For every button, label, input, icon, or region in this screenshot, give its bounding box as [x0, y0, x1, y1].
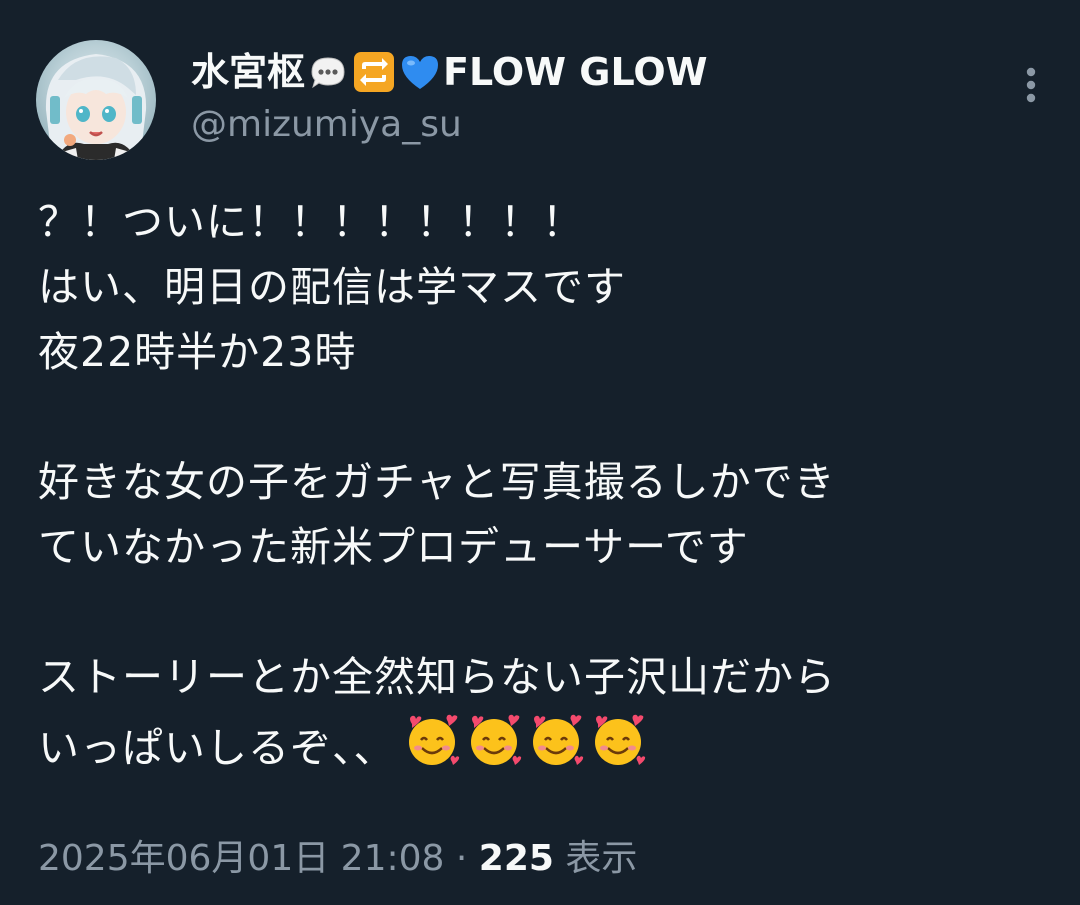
view-label: 表示 — [565, 838, 638, 879]
tweet-line: ストーリーとか全然知らない子沢山だから — [38, 653, 836, 701]
tweet-line: 夜22時半か23時 — [38, 328, 357, 376]
view-count[interactable]: 225 — [479, 838, 554, 879]
author-handle[interactable]: @mizumiya_su — [191, 100, 708, 150]
tweet-text: ？！ついに！！！！！！！！ はい、明日の配信は学マスです 夜22時半か23時 好… — [38, 190, 1048, 775]
blue-heart-emoji-icon — [398, 50, 442, 94]
tweet-line: ？！ついに！！！！！！！！ — [38, 198, 584, 246]
tweet-header: 水宮枢 FLOW GLOW @mizumiya_su — [36, 40, 1046, 160]
more-vertical-icon — [1026, 67, 1036, 103]
display-name-suffix: FLOW GLOW — [443, 50, 708, 94]
avatar-illustration — [45, 54, 147, 160]
tweet-line-text: いっぱいしるぞ、、 — [38, 724, 396, 772]
tweet[interactable]: 水宮枢 FLOW GLOW @mizumiya_su ？！ついに！！！！！！！！… — [0, 0, 1080, 905]
more-options-button[interactable] — [1016, 66, 1046, 106]
display-name[interactable]: 水宮枢 FLOW GLOW — [191, 46, 708, 98]
emoji-row — [402, 710, 648, 770]
smiling-face-with-hearts-icon — [532, 714, 583, 765]
smiling-face-with-hearts-icon — [408, 714, 459, 765]
avatar[interactable] — [36, 40, 156, 160]
tweet-last-line: いっぱいしるぞ、、 — [38, 710, 1048, 775]
tweet-line: はい、明日の配信は学マスです — [38, 263, 626, 311]
author-names: 水宮枢 FLOW GLOW @mizumiya_su — [191, 46, 708, 150]
meta-separator: · — [455, 838, 468, 879]
smiling-face-with-hearts-icon — [594, 714, 645, 765]
tweet-timestamp[interactable]: 2025年06月01日 21:08 — [38, 838, 444, 879]
tweet-meta: 2025年06月01日 21:08 · 225 表示 — [38, 834, 637, 884]
speech-balloon-emoji-icon — [306, 50, 350, 94]
tweet-line: 好きな女の子をガチャと写真撮るしかでき — [38, 458, 836, 506]
display-name-text: 水宮枢 — [191, 50, 306, 94]
tweet-line: ていなかった新米プロデューサーです — [38, 523, 749, 571]
repeat-emoji-icon — [352, 50, 396, 94]
smiling-face-with-hearts-icon — [470, 714, 521, 765]
